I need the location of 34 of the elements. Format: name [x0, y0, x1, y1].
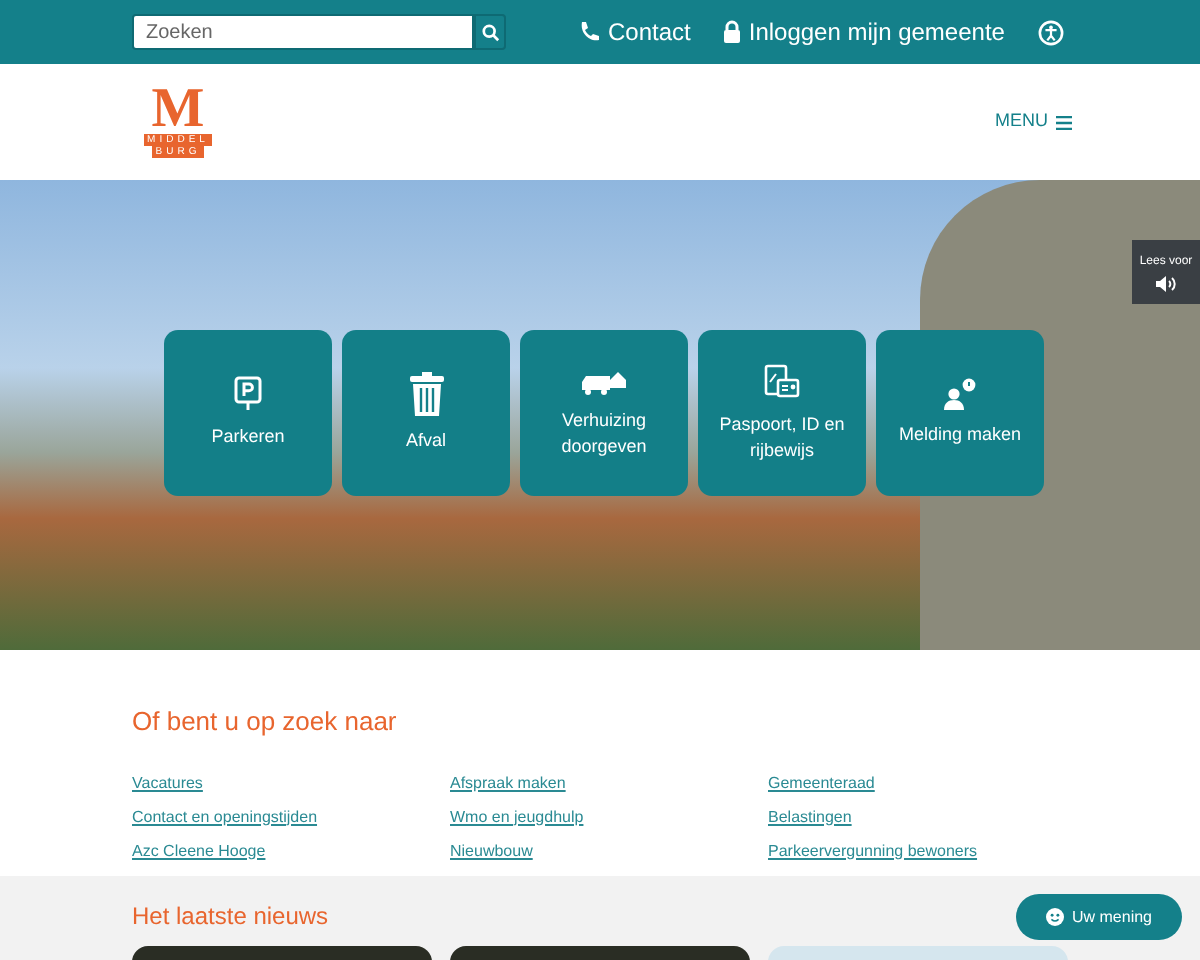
link[interactable]: Vacatures	[132, 769, 203, 795]
trash-icon	[409, 372, 443, 416]
truck-and-house-icon	[582, 367, 626, 395]
phone-icon	[578, 20, 602, 44]
parking-icon	[234, 376, 262, 412]
speaker-icon	[1156, 275, 1176, 291]
link[interactable]: Gemeenteraad	[768, 769, 875, 795]
section-heading: Het laatste nieuws	[132, 900, 329, 934]
section-heading: Of bent u op zoek naar	[132, 704, 399, 740]
link[interactable]: Parkeervergunning bewoners	[768, 837, 978, 863]
service-tile[interactable]: Melding maken	[876, 330, 1044, 496]
search-field[interactable]: Zoeken	[132, 14, 474, 50]
menu-icon	[1056, 115, 1072, 129]
service-tile[interactable]: Paspoort, ID en rijbewijs	[698, 330, 866, 496]
accessibility-icon[interactable]	[1038, 19, 1064, 45]
lock-icon	[722, 20, 743, 44]
search-icon[interactable]	[474, 14, 506, 50]
feedback-button[interactable]: Uw mening	[1016, 894, 1182, 940]
link[interactable]: Afspraak maken	[450, 769, 566, 795]
link[interactable]: Belastingen	[768, 803, 852, 829]
id-cards-icon	[764, 363, 800, 399]
link[interactable]: Nieuwbouw	[450, 837, 533, 863]
service-tile[interactable]: Parkeren	[164, 330, 332, 496]
menu-button[interactable]: MENU	[995, 108, 1072, 136]
person-with-alert-icon	[942, 378, 978, 410]
service-tile[interactable]: Verhuizing doorgeven	[520, 330, 688, 496]
link[interactable]: Wmo en jeugdhulp	[450, 803, 584, 829]
logo-letter[interactable]: M	[151, 87, 205, 131]
top-link[interactable]: Contact	[608, 14, 691, 50]
smiley-icon	[1045, 908, 1064, 926]
link[interactable]: Contact en openingstijden	[132, 803, 318, 829]
link[interactable]: Azc Cleene Hooge	[132, 837, 266, 863]
service-tile[interactable]: Afval	[342, 330, 510, 496]
top-link[interactable]: Inloggen mijn gemeente	[748, 14, 1005, 50]
